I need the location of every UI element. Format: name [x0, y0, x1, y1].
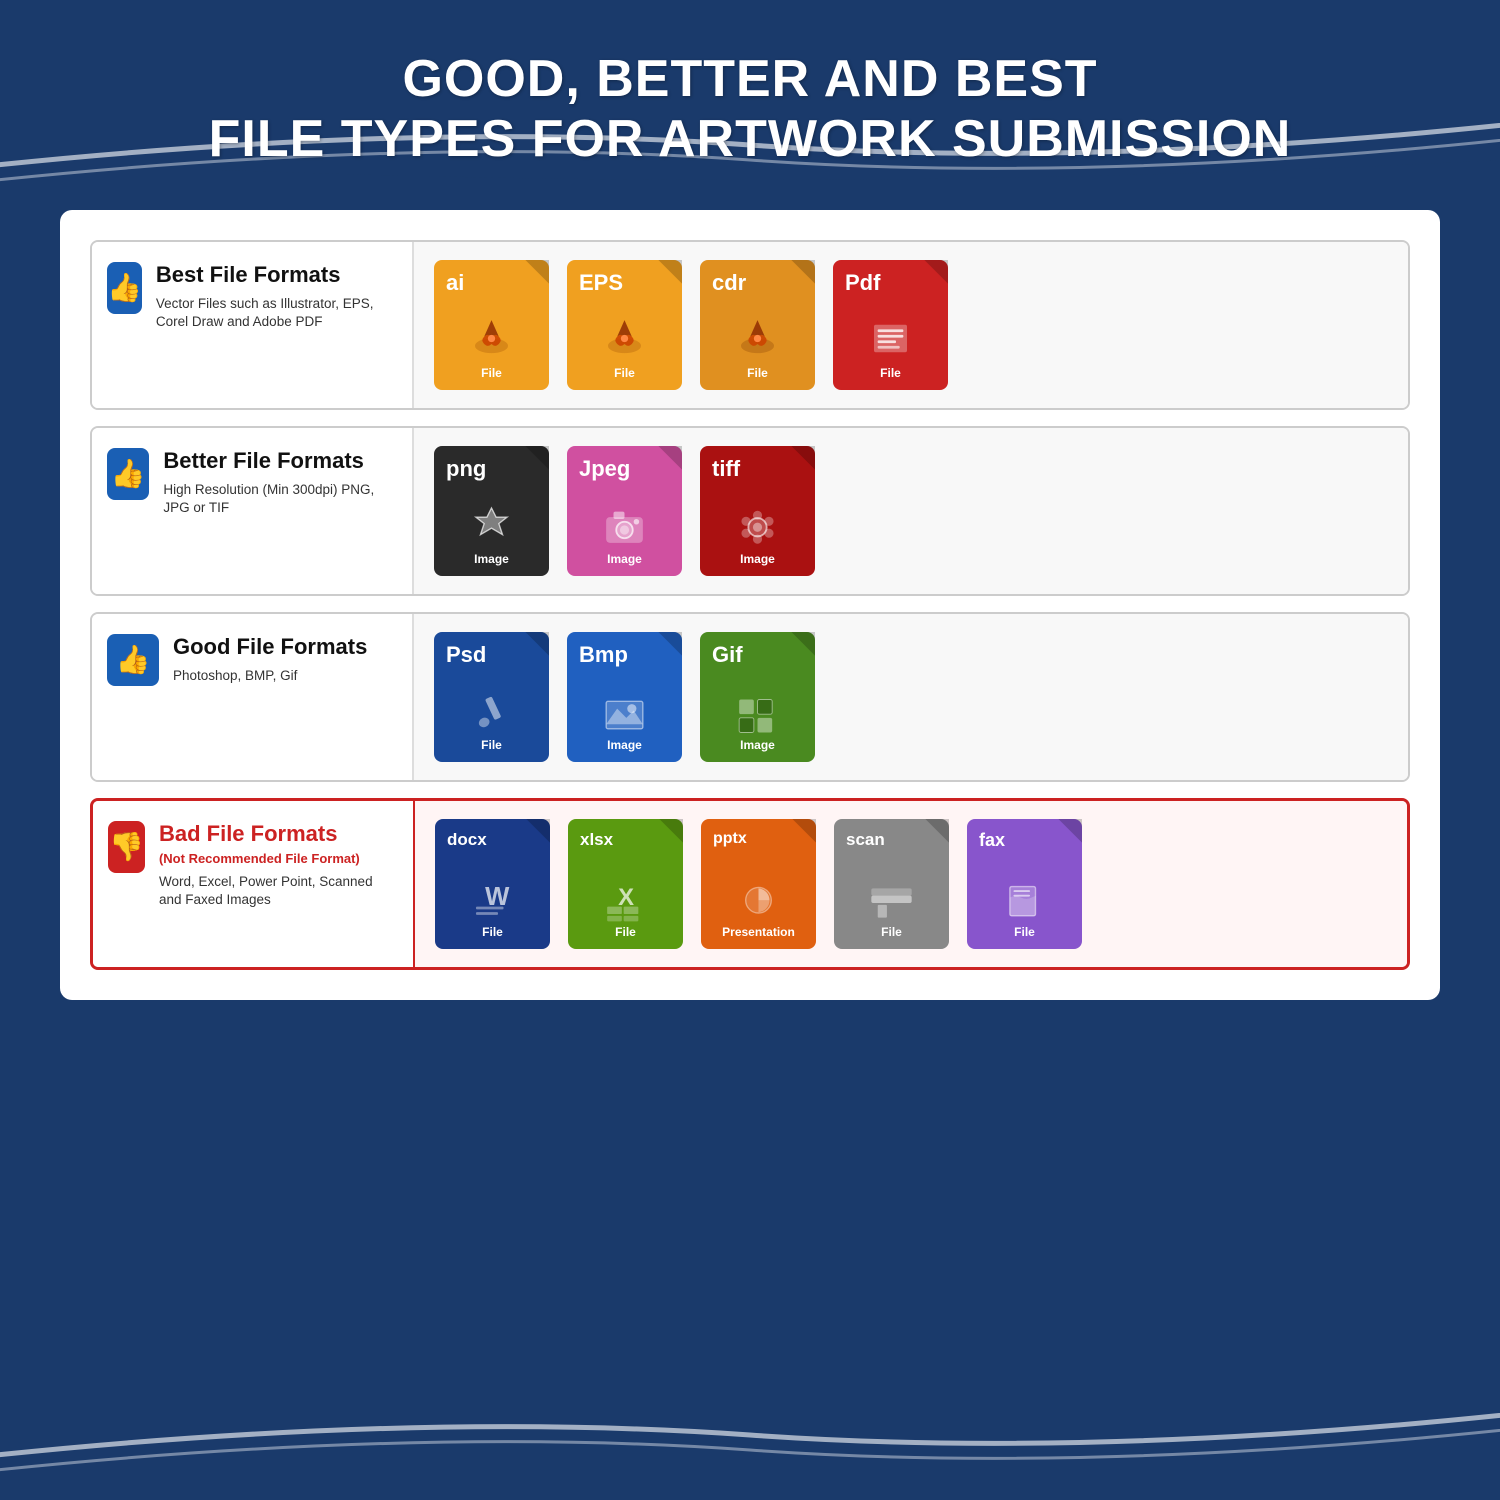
good-files: Psd File Bmp	[412, 614, 1408, 780]
scan-file-icon: scan File	[834, 819, 949, 949]
pptx-file-icon: pptx Presentation	[701, 819, 816, 949]
bad-row: 👎 Bad File Formats (Not Recommended File…	[90, 798, 1410, 970]
fax-file-label: File	[1014, 925, 1035, 939]
best-row: 👍 Best File Formats Vector Files such as…	[90, 240, 1410, 410]
best-label-area: Best File Formats Vector Files such as I…	[156, 262, 392, 333]
bmp-file-label: Image	[607, 738, 642, 752]
better-desc: High Resolution (Min 300dpi) PNG, JPG or…	[163, 481, 392, 519]
jpeg-file-label: Image	[607, 552, 642, 566]
best-left-panel: 👍 Best File Formats Vector Files such as…	[92, 242, 412, 408]
header: GOOD, BETTER AND BEST FILE TYPES FOR ART…	[0, 0, 1500, 200]
main-container: GOOD, BETTER AND BEST FILE TYPES FOR ART…	[0, 0, 1500, 1500]
docx-file-icon: docx W File	[435, 819, 550, 949]
scan-graphic	[864, 870, 919, 925]
psd-file-icon: Psd File	[434, 632, 549, 762]
better-files: png Image Jpeg	[412, 428, 1408, 594]
bmp-file-icon: Bmp Image	[567, 632, 682, 762]
scan-file-label: File	[881, 925, 902, 939]
bad-desc: Word, Excel, Power Point, Scanned and Fa…	[159, 873, 393, 911]
docx-file-label: File	[482, 925, 503, 939]
psd-graphic	[464, 683, 519, 738]
png-file-icon: png Image	[434, 446, 549, 576]
xlsx-graphic: X	[598, 870, 653, 925]
tiff-graphic	[730, 497, 785, 552]
eps-file-label: File	[614, 366, 635, 380]
cdr-graphic	[730, 311, 785, 366]
pdf-file-label: File	[880, 366, 901, 380]
cdr-file-icon: cdr File	[700, 260, 815, 390]
ai-graphic	[464, 311, 519, 366]
best-desc: Vector Files such as Illustrator, EPS, C…	[156, 295, 392, 333]
thumbs-up-better-icon: 👍	[107, 448, 149, 500]
best-files: ai File EPS	[412, 242, 1408, 408]
bad-title: Bad File Formats	[159, 821, 393, 847]
better-label-area: Better File Formats High Resolution (Min…	[163, 448, 392, 519]
pptx-file-label: Presentation	[722, 925, 795, 939]
thumbs-down-icon: 👎	[108, 821, 145, 873]
content-area: 👍 Best File Formats Vector Files such as…	[60, 210, 1440, 1000]
thumbs-up-icon: 👍	[107, 262, 142, 314]
good-row: 👍 Good File Formats Photoshop, BMP, Gif …	[90, 612, 1410, 782]
cdr-file-label: File	[747, 366, 768, 380]
png-file-label: Image	[474, 552, 509, 566]
xlsx-file-label: File	[615, 925, 636, 939]
fax-file-icon: fax File	[967, 819, 1082, 949]
pdf-graphic	[863, 311, 918, 366]
gif-file-label: Image	[740, 738, 775, 752]
bad-label-area: Bad File Formats (Not Recommended File F…	[159, 821, 393, 911]
ai-file-label: File	[481, 366, 502, 380]
svg-text:W: W	[485, 882, 510, 910]
bad-subtitle: (Not Recommended File Format)	[159, 851, 393, 866]
page-title: GOOD, BETTER AND BEST FILE TYPES FOR ART…	[60, 50, 1440, 170]
tiff-file-label: Image	[740, 552, 775, 566]
good-desc: Photoshop, BMP, Gif	[173, 667, 367, 686]
eps-graphic	[597, 311, 652, 366]
png-graphic	[464, 497, 519, 552]
bad-files: docx W File xlsx X	[413, 801, 1407, 967]
good-left-panel: 👍 Good File Formats Photoshop, BMP, Gif	[92, 614, 412, 780]
docx-graphic: W	[465, 870, 520, 925]
thumbs-up-good-icon: 👍	[107, 634, 159, 686]
better-title: Better File Formats	[163, 448, 392, 474]
fax-graphic	[997, 870, 1052, 925]
tiff-file-icon: tiff Image	[700, 446, 815, 576]
gif-graphic	[730, 683, 785, 738]
pptx-graphic	[731, 870, 786, 925]
ai-file-icon: ai File	[434, 260, 549, 390]
gif-file-icon: Gif Image	[700, 632, 815, 762]
pdf-file-icon: Pdf File	[833, 260, 948, 390]
eps-file-icon: EPS File	[567, 260, 682, 390]
better-left-panel: 👍 Better File Formats High Resolution (M…	[92, 428, 412, 594]
good-label-area: Good File Formats Photoshop, BMP, Gif	[173, 634, 367, 686]
bmp-graphic	[597, 683, 652, 738]
jpeg-file-icon: Jpeg Image	[567, 446, 682, 576]
bad-left-panel: 👎 Bad File Formats (Not Recommended File…	[93, 801, 413, 967]
better-row: 👍 Better File Formats High Resolution (M…	[90, 426, 1410, 596]
psd-file-label: File	[481, 738, 502, 752]
good-title: Good File Formats	[173, 634, 367, 660]
best-title: Best File Formats	[156, 262, 392, 288]
jpeg-graphic	[597, 497, 652, 552]
xlsx-file-icon: xlsx X File	[568, 819, 683, 949]
